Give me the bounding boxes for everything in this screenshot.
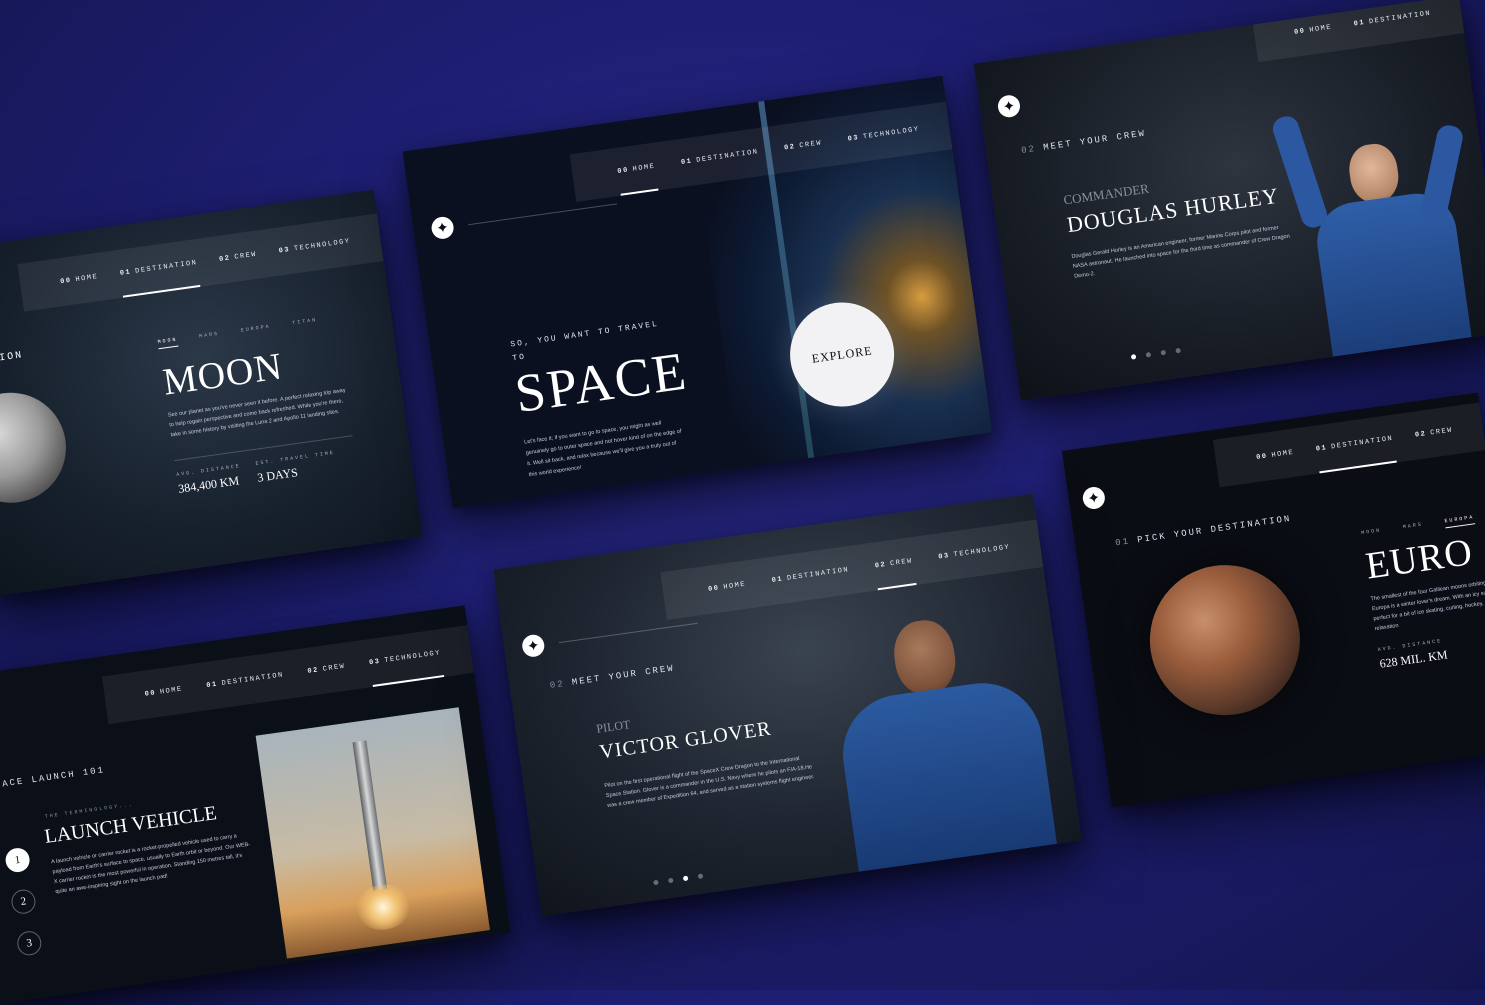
tab-europa[interactable]: EUROPA xyxy=(1444,514,1476,529)
nav-technology[interactable]: 03 TECHNOLOGY xyxy=(935,524,1013,582)
page-heading: ATION xyxy=(0,350,25,367)
nav-destination[interactable]: 01 DESTINATION xyxy=(203,651,287,709)
tab-titan[interactable]: TITAN xyxy=(292,317,318,330)
astronaut-suit xyxy=(835,675,1057,872)
rocket-exhaust xyxy=(352,881,414,934)
nav-destination[interactable]: 01 DESTINATION xyxy=(1313,415,1397,473)
page-dot-1[interactable] xyxy=(653,879,659,886)
crew-pagination xyxy=(653,873,704,886)
page-dot-3[interactable] xyxy=(682,875,689,882)
nav-bar: 00 HOME 01 DESTINATION 02 CREW 03 TECHNOLOGY xyxy=(660,519,1044,620)
star-logo-icon[interactable]: ✦ xyxy=(430,215,456,241)
star-logo-icon[interactable]: ✦ xyxy=(1081,485,1107,511)
astronaut-arm-right xyxy=(1418,123,1465,227)
nav-home[interactable]: 00 HOME xyxy=(705,561,750,614)
stat-distance: AVG. DISTANCE 628 MIL. KM xyxy=(1377,637,1449,671)
page-heading: 02 MEET YOUR CREW xyxy=(549,663,676,691)
nav-bar: 00 HOME 01 DESTINATION xyxy=(1251,0,1465,63)
crew-bio: Pilot on the first operational flight of… xyxy=(604,755,815,810)
page-heading: 02 MEET YOUR CREW xyxy=(1020,128,1147,156)
nav-line xyxy=(559,622,698,644)
tab-moon[interactable]: MOON xyxy=(157,336,179,350)
destination-tabs: MOON MARS EUROPA TITAN xyxy=(157,317,318,350)
crew-pagination xyxy=(1130,347,1181,360)
page-heading: PACE LAUNCH 101 xyxy=(0,765,106,791)
destination-moon-card: 00 HOME 01 DESTINATION 02 CREW 03 TECHNOLOGY… xyxy=(0,189,423,597)
page-dot-2[interactable] xyxy=(667,877,674,884)
page-dot-1[interactable] xyxy=(1130,354,1137,360)
stat-travel-time: EST. TRAVEL TIME 3 DAYS xyxy=(255,449,336,485)
star-logo-icon[interactable]: ✦ xyxy=(520,633,546,659)
crew-hurley-card: ✦ 00 HOME 01 DESTINATION 02 MEET YOUR CREW… xyxy=(973,0,1485,401)
astronaut-arm-left xyxy=(1269,113,1331,231)
crew-role: PILOT xyxy=(595,717,632,736)
destination-europa-card: ✦ 00 HOME 01 DESTINATION 02 CREW 01 PICK YO… xyxy=(1061,392,1485,808)
nav-home[interactable]: 00 HOME xyxy=(614,143,659,196)
technology-launch-card: 00 HOME 01 DESTINATION 02 CREW 03 TECHNOLOGY… xyxy=(0,605,511,1005)
nav-crew[interactable]: 02 CREW xyxy=(304,643,349,696)
nav-destination[interactable]: 01 DESTINATION xyxy=(1350,0,1434,48)
nav-crew[interactable]: 02 CREW xyxy=(872,537,917,590)
nav-home[interactable]: 00 HOME xyxy=(57,253,102,306)
nav-technology[interactable]: 03 TECHNOLOGY xyxy=(366,629,444,687)
tab-moon[interactable]: MOON xyxy=(1361,527,1382,540)
crew-photo xyxy=(825,606,1057,872)
page-dot-4[interactable] xyxy=(697,873,704,880)
stat-distance: AVG. DISTANCE 384,400 KM xyxy=(175,462,242,496)
star-logo-icon[interactable]: ✦ xyxy=(996,93,1022,119)
astronaut-suit xyxy=(1312,188,1472,357)
rocket-image xyxy=(255,707,490,959)
nav-home[interactable]: 00 HOME xyxy=(1253,429,1298,482)
nav-home[interactable]: 00 HOME xyxy=(1291,4,1336,57)
nav-technology[interactable]: 03 TECHNOLOGY xyxy=(275,218,353,276)
nav-crew[interactable]: 02 CREW xyxy=(1412,407,1457,460)
page-dot-2[interactable] xyxy=(1145,351,1152,358)
rocket-body xyxy=(352,740,388,891)
nav-technology[interactable]: 03 TECHNOLOGY xyxy=(844,106,922,164)
hero-description: Let's face it; if you want to go to spac… xyxy=(523,420,682,479)
nav-bar: 00 HOME 01 DESTINATION 02 CREW xyxy=(1213,402,1485,488)
astronaut-head xyxy=(889,616,960,699)
nav-crew[interactable]: 02 CREW xyxy=(216,231,261,284)
page-dot-3[interactable] xyxy=(1160,349,1167,356)
tab-europa[interactable]: EUROPA xyxy=(240,323,271,337)
europa-image xyxy=(1140,555,1310,725)
nav-home[interactable]: 00 HOME xyxy=(142,666,187,719)
page-dot-4[interactable] xyxy=(1175,347,1181,354)
nav-destination[interactable]: 01 DESTINATION xyxy=(117,239,201,297)
step-button-2[interactable]: 2 xyxy=(9,888,37,916)
moon-image xyxy=(0,385,74,510)
nav-bar: 00 HOME 01 DESTINATION 02 CREW 03 TECHNOLOGY xyxy=(101,625,474,725)
crew-glover-card: ✦ 00 HOME 01 DESTINATION 02 CREW 03 TECHNOLO… xyxy=(493,493,1082,917)
tab-mars[interactable]: MARS xyxy=(199,331,220,344)
crew-photo xyxy=(1269,92,1485,359)
home-card: ✦ 00 HOME 01 DESTINATION 02 CREW 03 TECHNOLO… xyxy=(402,75,993,509)
page-heading: 01 PICK YOUR DESTINATION xyxy=(1114,513,1292,549)
step-button-3[interactable]: 3 xyxy=(15,929,43,957)
step-button-1[interactable]: 1 xyxy=(4,846,32,874)
nav-line xyxy=(468,203,618,226)
explore-label: EXPLORE xyxy=(810,342,874,366)
destination-title: EURO xyxy=(1363,531,1476,588)
tab-mars[interactable]: MARS xyxy=(1403,522,1424,535)
nav-crew[interactable]: 02 CREW xyxy=(781,119,826,172)
nav-destination[interactable]: 01 DESTINATION xyxy=(768,546,852,604)
nav-bar: 00 HOME 01 DESTINATION 02 CREW 03 TECHNOLOGY xyxy=(17,213,384,312)
